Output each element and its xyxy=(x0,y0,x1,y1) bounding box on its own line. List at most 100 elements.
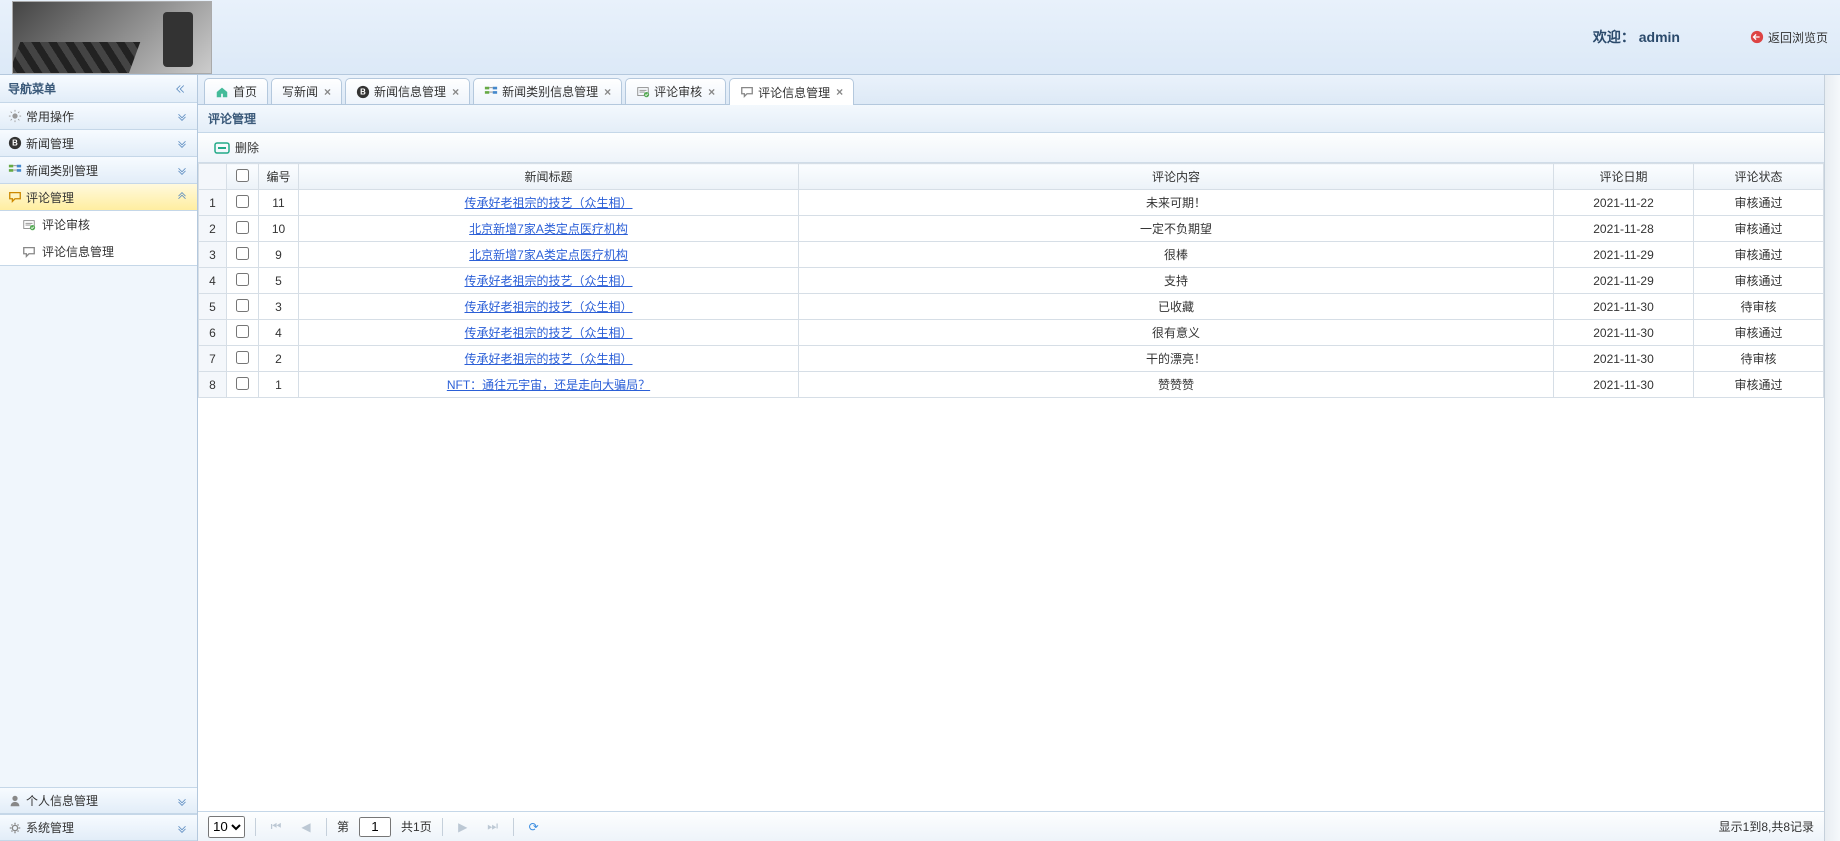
news-title-link[interactable]: 传承好老祖宗的技艺（众生相） xyxy=(464,352,632,366)
user-icon xyxy=(8,794,22,808)
chevron-down-icon xyxy=(175,163,189,177)
table-row[interactable]: 210北京新增7家A类定点医疗机构一定不负期望2021-11-28审核通过 xyxy=(199,216,1824,242)
tab-close-3[interactable]: × xyxy=(604,85,611,99)
data-grid: 编号新闻标题评论内容评论日期评论状态 111传承好老祖宗的技艺（众生相）未来可期… xyxy=(198,163,1824,811)
col-3[interactable]: 评论日期 xyxy=(1554,164,1694,190)
delete-label: 删除 xyxy=(235,139,259,156)
sidebar-item-3-1[interactable]: 评论信息管理 xyxy=(0,238,197,265)
blog-icon: B xyxy=(356,85,370,99)
prev-page-button[interactable]: ◀ xyxy=(296,817,316,837)
col-4[interactable]: 评论状态 xyxy=(1694,164,1824,190)
back-link[interactable]: 返回浏览页 xyxy=(1750,29,1828,46)
collapse-icon xyxy=(175,82,189,96)
row-check[interactable] xyxy=(236,351,249,364)
tab-close-5[interactable]: × xyxy=(836,85,843,99)
review-icon xyxy=(22,218,36,232)
col-2[interactable]: 评论内容 xyxy=(799,164,1554,190)
col-rownum xyxy=(199,164,227,190)
row-check[interactable] xyxy=(236,325,249,338)
header: 欢迎： admin 返回浏览页 xyxy=(0,0,1840,75)
chevron-down-icon xyxy=(175,136,189,150)
chevron-down-icon xyxy=(175,109,189,123)
sidebar-item-3-0[interactable]: 评论审核 xyxy=(0,211,197,238)
tab-close-1[interactable]: × xyxy=(324,85,331,99)
first-page-button[interactable]: ⏮ xyxy=(266,817,286,837)
tab-4[interactable]: 评论审核× xyxy=(625,78,726,104)
table-row[interactable]: 81NFT：通往元宇宙，还是走向大骗局？赞赞赞2021-11-30审核通过 xyxy=(199,372,1824,398)
username: admin xyxy=(1639,29,1680,45)
news-title-link[interactable]: 传承好老祖宗的技艺（众生相） xyxy=(464,326,632,340)
table-row[interactable]: 53传承好老祖宗的技艺（众生相）已收藏2021-11-30待审核 xyxy=(199,294,1824,320)
sidebar-section-1[interactable]: B新闻管理 xyxy=(0,130,197,157)
tab-5[interactable]: 评论信息管理× xyxy=(729,78,854,105)
chat-o-icon xyxy=(740,85,754,99)
tab-3[interactable]: 新闻类别信息管理× xyxy=(473,78,622,104)
sidebar-section-3[interactable]: 评论管理 xyxy=(0,184,197,211)
cog-icon xyxy=(8,821,22,835)
chevron-up-icon xyxy=(175,190,189,204)
news-title-link[interactable]: NFT：通往元宇宙，还是走向大骗局？ xyxy=(447,378,650,392)
table-row[interactable]: 39北京新增7家A类定点医疗机构很棒2021-11-29审核通过 xyxy=(199,242,1824,268)
sidebar-bottom-0[interactable]: 个人信息管理 xyxy=(0,787,197,814)
tab-close-2[interactable]: × xyxy=(452,85,459,99)
col-1[interactable]: 新闻标题 xyxy=(299,164,799,190)
sidebar-title[interactable]: 导航菜单 xyxy=(0,75,197,103)
page-input[interactable] xyxy=(359,817,391,837)
delete-button[interactable]: 删除 xyxy=(208,136,265,159)
news-title-link[interactable]: 北京新增7家A类定点医疗机构 xyxy=(469,248,628,262)
table-row[interactable]: 64传承好老祖宗的技艺（众生相）很有意义2021-11-30审核通过 xyxy=(199,320,1824,346)
refresh-button[interactable]: ⟳ xyxy=(524,817,544,837)
table-row[interactable]: 45传承好老祖宗的技艺（众生相）支持2021-11-29审核通过 xyxy=(199,268,1824,294)
row-check[interactable] xyxy=(236,247,249,260)
sidebar-bottom-1[interactable]: 系统管理 xyxy=(0,814,197,841)
delete-icon xyxy=(214,142,230,154)
news-title-link[interactable]: 北京新增7家A类定点医疗机构 xyxy=(469,222,628,236)
tab-1[interactable]: 写新闻× xyxy=(271,78,342,104)
tab-close-4[interactable]: × xyxy=(708,85,715,99)
next-page-button[interactable]: ▶ xyxy=(453,817,473,837)
home-icon xyxy=(215,85,229,99)
toolbar: 删除 xyxy=(198,133,1824,163)
row-check[interactable] xyxy=(236,273,249,286)
svg-text:B: B xyxy=(12,139,18,148)
accordion: 常用操作B新闻管理新闻类别管理评论管理评论审核评论信息管理 xyxy=(0,103,197,787)
blog-icon: B xyxy=(8,136,22,150)
chat-o-icon xyxy=(22,245,36,259)
sidebar-section-0[interactable]: 常用操作 xyxy=(0,103,197,130)
row-check[interactable] xyxy=(236,377,249,390)
last-page-button[interactable]: ⏭ xyxy=(483,817,503,837)
chat-icon xyxy=(8,190,22,204)
banner-image xyxy=(12,1,212,74)
tab-0[interactable]: 首页 xyxy=(204,78,268,104)
page-total: 共1页 xyxy=(401,818,432,835)
row-check[interactable] xyxy=(236,299,249,312)
back-icon xyxy=(1750,30,1764,44)
page-info: 显示1到8,共8记录 xyxy=(1719,818,1814,835)
page-prefix: 第 xyxy=(337,818,349,835)
sidebar-title-label: 导航菜单 xyxy=(8,75,56,103)
gear-icon xyxy=(8,109,22,123)
news-title-link[interactable]: 传承好老祖宗的技艺（众生相） xyxy=(464,196,632,210)
tab-2[interactable]: B新闻信息管理× xyxy=(345,78,470,104)
row-check[interactable] xyxy=(236,221,249,234)
news-title-link[interactable]: 传承好老祖宗的技艺（众生相） xyxy=(464,300,632,314)
table-row[interactable]: 111传承好老祖宗的技艺（众生相）未来可期！2021-11-22审核通过 xyxy=(199,190,1824,216)
tree-icon xyxy=(484,85,498,99)
page-size-select[interactable]: 10 xyxy=(208,816,245,838)
pager: 10 ⏮ ◀ 第 共1页 ▶ ⏭ ⟳ 显示1到8,共8记录 xyxy=(198,811,1824,841)
row-check[interactable] xyxy=(236,195,249,208)
main: 首页写新闻×B新闻信息管理×新闻类别信息管理×评论审核×评论信息管理× 评论管理… xyxy=(198,75,1824,841)
tree-icon xyxy=(8,163,22,177)
scrollbar[interactable] xyxy=(1824,75,1840,841)
col-0[interactable]: 编号 xyxy=(259,164,299,190)
svg-text:B: B xyxy=(360,87,366,96)
check-all[interactable] xyxy=(236,169,249,182)
chevron-down-icon xyxy=(175,794,189,808)
table-row[interactable]: 72传承好老祖宗的技艺（众生相）干的漂亮！2021-11-30待审核 xyxy=(199,346,1824,372)
panel-title: 评论管理 xyxy=(198,105,1824,133)
welcome-text: 欢迎： admin xyxy=(1593,27,1680,47)
news-title-link[interactable]: 传承好老祖宗的技艺（众生相） xyxy=(464,274,632,288)
sidebar-section-2[interactable]: 新闻类别管理 xyxy=(0,157,197,184)
chevron-down-icon xyxy=(175,821,189,835)
welcome-prefix: 欢迎： xyxy=(1593,29,1635,45)
